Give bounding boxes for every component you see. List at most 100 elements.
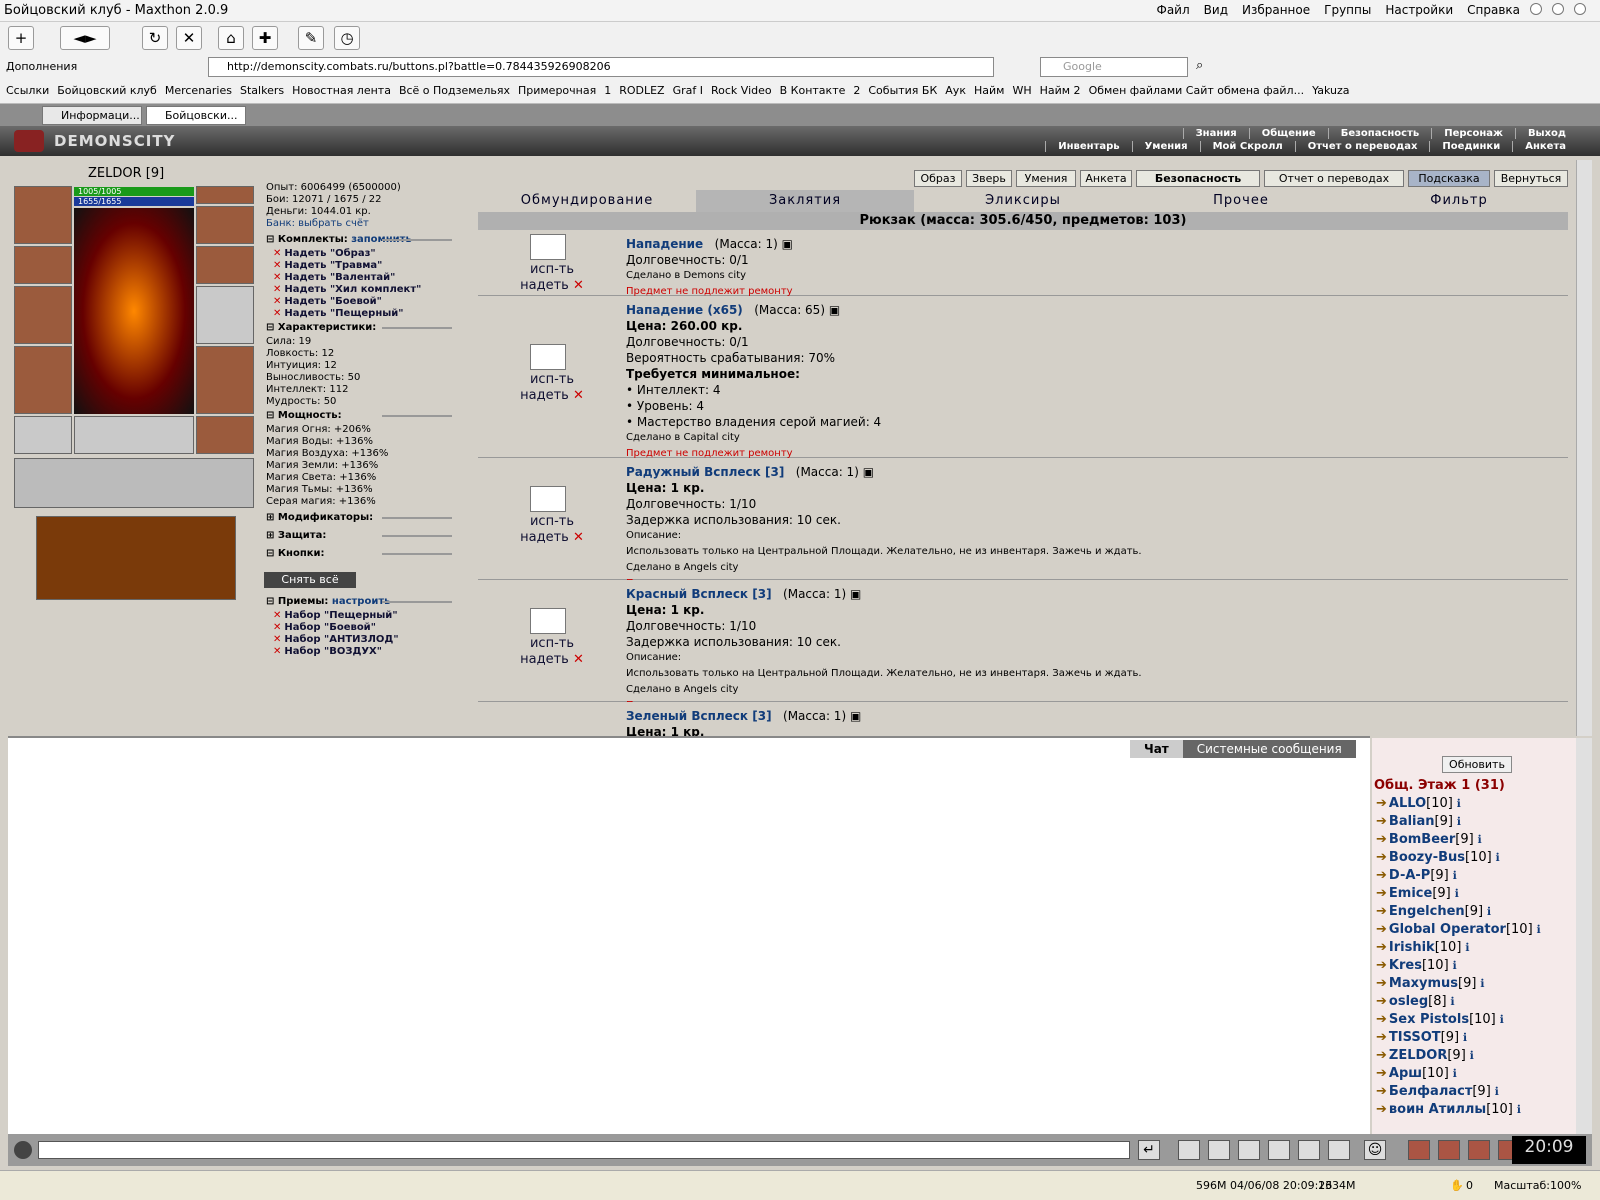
tab-filter[interactable]: Фильтр	[1350, 190, 1568, 212]
set-item[interactable]: ✕ Надеть "Пещерный"	[273, 308, 404, 319]
user-row[interactable]: ➔ osleg[8] ℹ	[1376, 994, 1455, 1009]
remove-all-button[interactable]: Снять всё	[264, 572, 356, 588]
tab-equipment[interactable]: Обмундирование	[478, 190, 696, 212]
search-icon[interactable]: ⌕	[1196, 58, 1203, 73]
delete-icon[interactable]: ✕	[273, 634, 281, 645]
wear-link[interactable]: надеть	[520, 530, 569, 545]
trick-set-item[interactable]: ✕ Набор "Боевой"	[273, 622, 376, 633]
chat-log[interactable]	[8, 736, 1370, 1134]
use-link[interactable]: исп-ть	[530, 262, 574, 277]
use-link[interactable]: исп-ть	[530, 636, 574, 651]
close-window-button[interactable]	[1574, 3, 1586, 15]
user-row[interactable]: ➔ Арш[10] ℹ	[1376, 1066, 1457, 1081]
link-item[interactable]: Mercenaries	[165, 80, 232, 103]
weapon-slot[interactable]	[14, 286, 72, 344]
belt-slot[interactable]	[14, 416, 72, 454]
user-row[interactable]: ➔ TISSOT[9] ℹ	[1376, 1030, 1467, 1045]
user-name[interactable]: Sex Pistols	[1389, 1012, 1469, 1027]
private-message-icon[interactable]: ➔	[1376, 940, 1387, 955]
link-item[interactable]: Примерочная	[518, 80, 596, 103]
user-name[interactable]: Global Operator	[1389, 922, 1506, 937]
info-icon[interactable]: ℹ	[1483, 905, 1491, 918]
hand-icon[interactable]: ✋	[1450, 1179, 1464, 1192]
user-name[interactable]: Engelchen	[1389, 904, 1465, 919]
private-message-icon[interactable]: ➔	[1376, 976, 1387, 991]
private-message-icon[interactable]: ➔	[1376, 814, 1387, 829]
helmet-slot[interactable]	[14, 186, 72, 244]
private-message-icon[interactable]: ➔	[1376, 1048, 1387, 1063]
info-icon[interactable]: ℹ	[1474, 833, 1482, 846]
user-name[interactable]: Balian	[1389, 814, 1435, 829]
info-icon[interactable]: ℹ	[1476, 977, 1484, 990]
user-list-scrollbar[interactable]	[1576, 738, 1592, 1134]
link-item[interactable]: Yakuza	[1312, 80, 1349, 103]
menu-groups[interactable]: Группы	[1324, 3, 1371, 17]
user-row[interactable]: ➔ Boozy-Bus[10] ℹ	[1376, 850, 1500, 865]
scroll-quick-icon[interactable]	[1438, 1140, 1460, 1160]
skills-button[interactable]: Умения	[1016, 170, 1076, 187]
user-name[interactable]: воин Атиллы	[1389, 1102, 1486, 1117]
power-section[interactable]: ⊟ Мощность:	[266, 410, 476, 421]
history-icon[interactable]: ◷	[334, 26, 360, 50]
refresh-button[interactable]: Обновить	[1442, 756, 1512, 773]
back-forward-icon[interactable]: ◄►	[60, 26, 110, 50]
modifiers-section[interactable]: ⊞ Модификаторы:	[266, 512, 476, 523]
delete-icon[interactable]: ✕	[273, 284, 281, 295]
delete-icon[interactable]: ✕	[273, 248, 281, 259]
security-button[interactable]: Безопасность	[1136, 170, 1260, 187]
info-icon[interactable]: ℹ	[1461, 941, 1469, 954]
bank-link[interactable]: Банк: выбрать счёт	[266, 218, 369, 229]
edit-icon[interactable]: ✎	[298, 26, 324, 50]
private-message-icon[interactable]: ➔	[1376, 994, 1387, 1009]
info-icon[interactable]: ℹ	[1492, 851, 1500, 864]
tab-fight-club[interactable]: Бойцовски...	[146, 106, 246, 125]
character-avatar[interactable]	[74, 208, 194, 414]
pet-button[interactable]: Зверь	[966, 170, 1012, 187]
chat-input[interactable]	[38, 1141, 1130, 1159]
item-name[interactable]: Зеленый Всплеск [3]	[626, 709, 772, 723]
armor-slot[interactable]	[14, 346, 72, 414]
nav-my-scroll[interactable]: Мой Скролл	[1199, 141, 1295, 152]
delete-icon[interactable]: ✕	[573, 388, 584, 403]
menu-favorites[interactable]: Избранное	[1242, 3, 1310, 17]
boots-slot[interactable]	[196, 416, 254, 454]
private-message-icon[interactable]: ➔	[1376, 958, 1387, 973]
private-message-icon[interactable]: ➔	[1376, 868, 1387, 883]
bracer-slot[interactable]	[14, 246, 72, 284]
use-link[interactable]: исп-ть	[530, 514, 574, 529]
chat-options-icon[interactable]	[14, 1141, 32, 1159]
link-item[interactable]: Бойцовский клуб	[57, 80, 157, 103]
menu-help[interactable]: Справка	[1467, 3, 1520, 17]
addons-label[interactable]: Дополнения	[6, 60, 77, 73]
info-icon[interactable]: ℹ	[1513, 1103, 1521, 1116]
legs-slot[interactable]	[196, 346, 254, 414]
info-icon[interactable]: ℹ	[1466, 1049, 1474, 1062]
nav-fights[interactable]: Поединки	[1429, 141, 1512, 152]
set-item[interactable]: ✕ Надеть "Валентай"	[273, 272, 395, 283]
link-item[interactable]: WH	[1012, 80, 1031, 103]
nav-character[interactable]: Персонаж	[1431, 128, 1515, 139]
delete-icon[interactable]: ✕	[273, 622, 281, 633]
user-row[interactable]: ➔ Engelchen[9] ℹ	[1376, 904, 1491, 919]
nav-communication[interactable]: Общение	[1248, 128, 1328, 139]
image-button[interactable]: Образ	[914, 170, 962, 187]
private-message-icon[interactable]: ➔	[1376, 796, 1387, 811]
delete-icon[interactable]: ✕	[273, 296, 281, 307]
user-row[interactable]: ➔ Emice[9] ℹ	[1376, 886, 1459, 901]
rings-slot[interactable]	[196, 206, 254, 244]
tab-info[interactable]: Информаци...	[42, 106, 142, 125]
home-icon[interactable]: ⌂	[218, 26, 244, 50]
delete-icon[interactable]: ✕	[273, 646, 281, 657]
clock-timer[interactable]: 20:09	[1512, 1136, 1586, 1164]
translit-icon[interactable]	[1298, 1140, 1320, 1160]
user-name[interactable]: Maxymus	[1389, 976, 1458, 991]
link-item[interactable]: Ссылки	[6, 80, 49, 103]
info-icon[interactable]: ℹ	[1491, 1085, 1499, 1098]
user-row[interactable]: ➔ Irishik[10] ℹ	[1376, 940, 1469, 955]
user-name[interactable]: Kres	[1389, 958, 1422, 973]
delete-icon[interactable]: ✕	[273, 260, 281, 271]
private-message-icon[interactable]: ➔	[1376, 1066, 1387, 1081]
nav-profile[interactable]: Анкета	[1512, 141, 1578, 152]
link-item[interactable]: Rock Video	[711, 80, 772, 103]
shield-slot[interactable]	[196, 286, 254, 344]
